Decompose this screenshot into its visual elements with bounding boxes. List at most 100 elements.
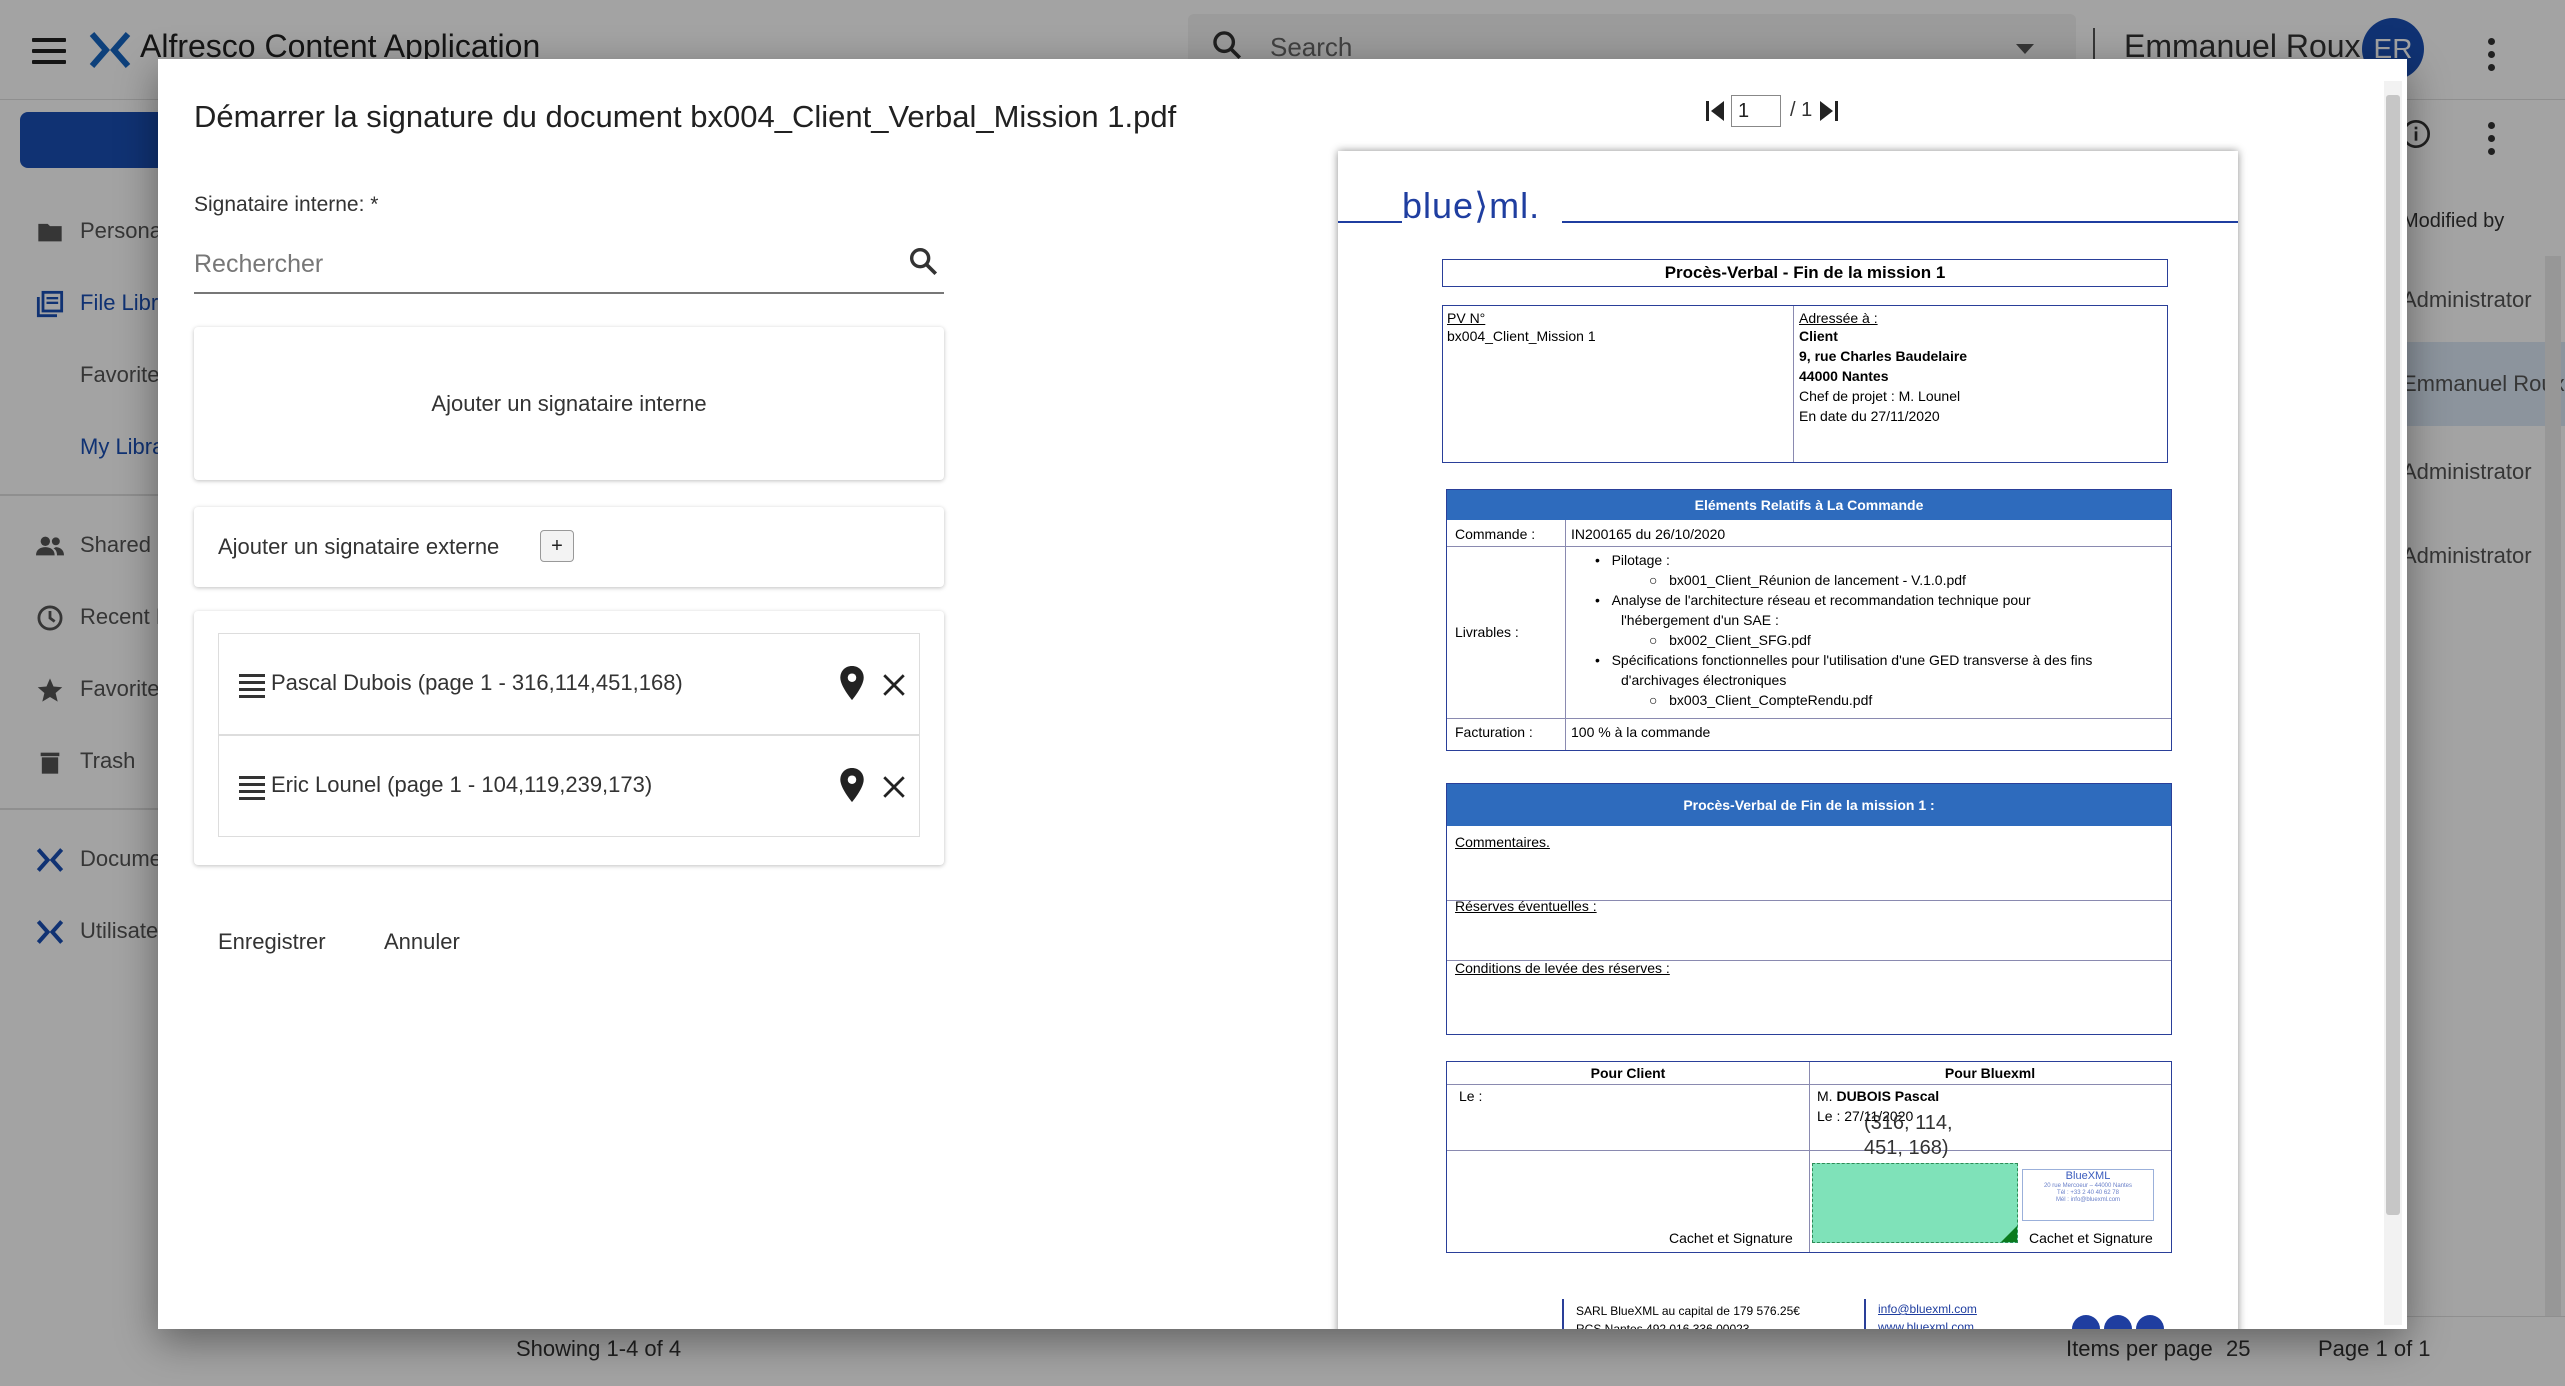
linkedin-icon[interactable] (2104, 1315, 2132, 1329)
footer-email[interactable]: info@bluexml.com (1878, 1299, 1977, 1319)
signer-prefix: M. (1817, 1088, 1837, 1104)
conditions-label: Conditions de levée des réserves : (1455, 960, 1670, 976)
pour-bluexml-header: Pour Bluexml (1944, 1065, 2036, 1081)
drag-handle-icon[interactable] (239, 776, 265, 804)
stamp-line: 20 rue Mercoeur – 44000 Nantes (2043, 1183, 2133, 1189)
client-date-label: Le : (1459, 1088, 1483, 1104)
list-item[interactable]: Eric Lounel (page 1 - 104,119,239,173) (218, 735, 920, 837)
signer-search-field[interactable] (194, 244, 944, 294)
livrable-item: l'hébergement d'un SAE : (1621, 612, 1779, 628)
addressee-line: Client (1799, 328, 1838, 344)
drag-handle-icon[interactable] (239, 674, 265, 702)
twitter-icon[interactable] (2072, 1315, 2100, 1329)
pdf-scrollbar-thumb[interactable] (2386, 95, 2400, 1215)
footer-company: SARL BlueXML au capital de 179 576.25€ (1576, 1304, 1800, 1318)
first-page-icon[interactable] (1706, 99, 1726, 123)
viadeo-icon[interactable] (2136, 1315, 2164, 1329)
livrable-text: bx001_Client_Réunion de lancement - V.1.… (1669, 572, 1966, 588)
addressee-line: En date du 27/11/2020 (1799, 408, 1940, 424)
livrable-text: Analyse de l'architecture réseau et reco… (1611, 592, 2031, 608)
signer-name: Pascal Dubois (page 1 - 316,114,451,168) (271, 670, 683, 695)
table-divider (1809, 1062, 1810, 1252)
commande-table: Eléments Relatifs à La Commande Commande… (1446, 489, 2172, 751)
commentaires-label: Commentaires. (1455, 834, 1550, 850)
pv-label: PV N° (1447, 310, 1486, 326)
header-rule (1562, 221, 2238, 223)
pdf-scrollbar[interactable] (2384, 81, 2402, 1325)
pv-value: bx004_Client_Mission 1 (1447, 328, 1596, 344)
page-number-input[interactable]: 1 (1731, 95, 1781, 127)
signer-name: Eric Lounel (page 1 - 104,119,239,173) (271, 772, 653, 797)
addressee-line: 9, rue Charles Baudelaire (1799, 348, 1968, 364)
company-stamp: BlueXML 20 rue Mercoeur – 44000 Nantes T… (2022, 1169, 2154, 1221)
livrable-item: ○ bx002_Client_SFG.pdf (1649, 632, 1811, 648)
signer-list: Pascal Dubois (page 1 - 316,114,451,168)… (194, 611, 944, 865)
addressee-line: 44000 Nantes (1799, 368, 1889, 384)
add-external-signer-panel: Ajouter un signataire externe + (194, 507, 944, 587)
livrable-item: • Analyse de l'architecture réseau et re… (1595, 592, 2031, 608)
header-rule (1338, 221, 1402, 223)
document-title: Procès-Verbal - Fin de la mission 1 (1664, 263, 1946, 282)
signature-coordinates: (316, 114, 451, 168) (1864, 1112, 1953, 1159)
commande-label: Commande : (1455, 526, 1536, 542)
commande-value: IN200165 du 26/10/2020 (1571, 526, 1726, 542)
search-icon[interactable] (906, 244, 940, 278)
addressee-label: Adressée à : (1799, 310, 1878, 326)
pv-info-table: PV N° bx004_Client_Mission 1 Adressée à … (1442, 305, 2168, 463)
livrable-text: bx003_Client_CompteRendu.pdf (1669, 692, 1873, 708)
table-divider (1565, 520, 1566, 750)
table-divider (1447, 1150, 2171, 1151)
cachet-client: Cachet et Signature (1669, 1230, 1793, 1246)
livrable-text: Pilotage : (1611, 552, 1670, 568)
table-divider (1447, 718, 2171, 719)
signature-table: Pour Client Pour Bluexml Le : M. DUBOIS … (1446, 1061, 2172, 1253)
location-pin-icon[interactable] (839, 666, 865, 700)
cachet-bluexml: Cachet et Signature (2029, 1230, 2153, 1246)
save-button[interactable]: Enregistrer (218, 929, 326, 955)
signature-dialog: Démarrer la signature du document bx004_… (158, 59, 2407, 1329)
signer-search-input[interactable] (194, 244, 894, 284)
livrable-item: • Spécifications fonctionnelles pour l'u… (1595, 652, 2093, 668)
stamp-title: BlueXML (2065, 1170, 2111, 1182)
facturation-value: 100 % à la commande (1571, 724, 1711, 740)
page-total: / 1 (1790, 99, 1813, 121)
bluexml-signer: M. DUBOIS Pascal (1817, 1086, 1939, 1106)
livrables-label: Livrables : (1455, 624, 1519, 640)
add-internal-signer-zone[interactable]: Ajouter un signataire interne (194, 327, 944, 480)
livrable-item: d'archivages électroniques (1621, 672, 1787, 688)
pv-fin-table: Procès-Verbal de Fin de la mission 1 : C… (1446, 783, 2172, 1035)
table-divider (1447, 546, 2171, 547)
footer-rule (1562, 1299, 1564, 1329)
signature-placement-zone[interactable] (1812, 1163, 2018, 1243)
footer-web[interactable]: www.bluexml.com (1878, 1317, 1974, 1329)
cancel-button[interactable]: Annuler (384, 929, 460, 955)
close-icon[interactable] (881, 672, 907, 698)
bluexml-logo-text: blue⟩ml. (1402, 185, 1541, 226)
livrable-item: ○ bx001_Client_Réunion de lancement - V.… (1649, 572, 1966, 588)
signer-name: DUBOIS Pascal (1836, 1088, 1940, 1104)
list-item[interactable]: Pascal Dubois (page 1 - 316,114,451,168) (218, 633, 920, 735)
resize-handle-icon[interactable] (2001, 1226, 2017, 1242)
stamp-line: Mél : info@bluexml.com (2055, 1197, 2121, 1203)
add-external-signer-button[interactable]: + (540, 530, 574, 562)
stamp-line: Tél : +33 2 40 40 62 78 (2057, 1190, 2119, 1196)
reserves-label: Réserves éventuelles : (1455, 898, 1597, 914)
last-page-icon[interactable] (1818, 99, 1838, 123)
section-header: Eléments Relatifs à La Commande (1447, 490, 2171, 520)
pdf-page: blue⟩ml. Procès-Verbal - Fin de la missi… (1338, 151, 2238, 1329)
addressee-line: Chef de projet : M. Lounel (1799, 388, 1961, 404)
dialog-title: Démarrer la signature du document bx004_… (194, 99, 1177, 134)
location-pin-icon[interactable] (839, 768, 865, 802)
facturation-label: Facturation : (1455, 724, 1533, 740)
close-icon[interactable] (881, 774, 907, 800)
document-title-box: Procès-Verbal - Fin de la mission 1 (1442, 259, 2168, 287)
footer-rcs: RCS Nantes 492 016 336 00023 (1576, 1322, 1750, 1329)
livrable-item: ○ bx003_Client_CompteRendu.pdf (1649, 692, 1873, 708)
section-header: Procès-Verbal de Fin de la mission 1 : (1447, 784, 2171, 826)
footer-rule (1864, 1299, 1866, 1329)
table-divider (1447, 1084, 2171, 1085)
table-divider (1793, 306, 1794, 462)
pour-client-header: Pour Client (1590, 1065, 1666, 1081)
livrable-text: Spécifications fonctionnelles pour l'uti… (1611, 652, 2093, 668)
livrable-item: • Pilotage : (1595, 552, 1670, 568)
